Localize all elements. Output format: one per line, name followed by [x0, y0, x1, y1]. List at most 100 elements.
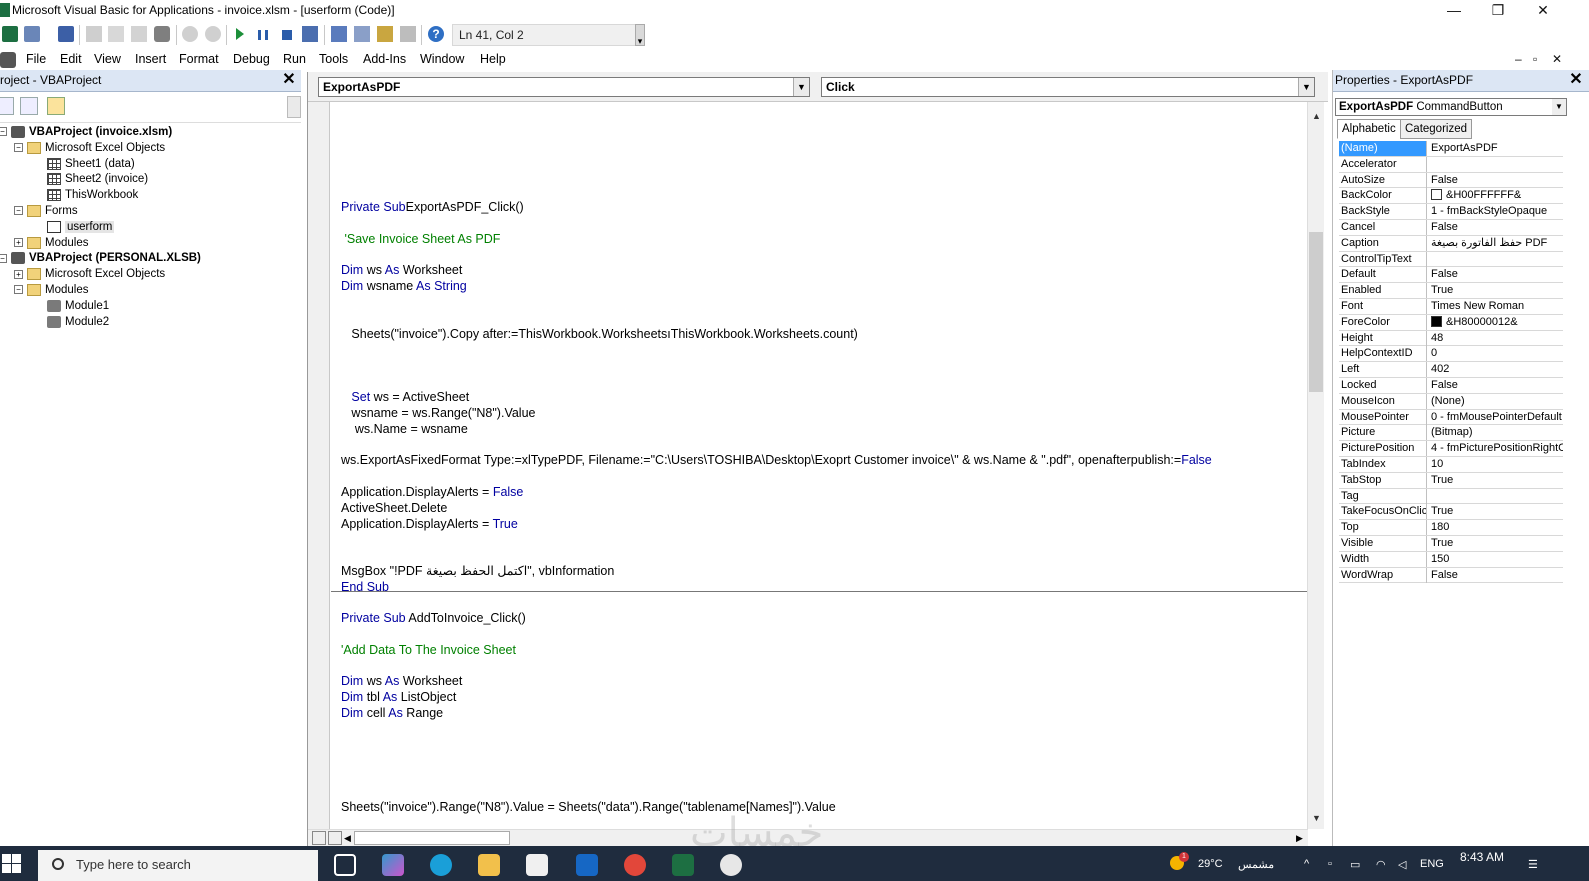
property-row[interactable]: Caption حفظ الفاتورة بصيغة PDF: [1339, 235, 1563, 252]
property-value[interactable]: &H80000012&: [1429, 315, 1563, 330]
save-icon[interactable]: [58, 26, 74, 42]
edge-icon[interactable]: [430, 854, 452, 876]
property-value[interactable]: 0: [1429, 346, 1563, 361]
property-value[interactable]: &H00FFFFFF&: [1429, 188, 1563, 203]
property-row[interactable]: BackColor &H00FFFFFF&: [1339, 188, 1563, 205]
weather-temperature[interactable]: 29°C: [1198, 858, 1223, 870]
property-value[interactable]: Times New Roman: [1429, 299, 1563, 314]
property-row[interactable]: PicturePosition 4 - fmPicturePositionRigh…: [1339, 441, 1563, 457]
scroll-left-icon[interactable]: ◀: [344, 830, 351, 846]
paint-icon[interactable]: [720, 854, 742, 876]
margin-indicator-bar[interactable]: [308, 102, 330, 829]
collapse-icon[interactable]: −: [14, 206, 23, 216]
property-row[interactable]: Cancel False: [1339, 219, 1563, 236]
collapse-icon[interactable]: −: [0, 127, 7, 137]
child-close-button[interactable]: ✕: [1552, 52, 1562, 66]
property-value[interactable]: 1 - fmBackStyleOpaque: [1429, 204, 1563, 219]
property-value[interactable]: 402: [1429, 362, 1563, 377]
properties-close-button[interactable]: ✕: [1567, 72, 1585, 90]
property-row[interactable]: Visible True: [1339, 535, 1563, 552]
file-explorer-icon[interactable]: [478, 854, 500, 876]
code-line[interactable]: wsname = ws.Range("N8").Value: [341, 406, 535, 421]
copilot-icon[interactable]: [382, 854, 404, 876]
minimize-button[interactable]: —: [1431, 0, 1477, 22]
property-row[interactable]: Accelerator: [1339, 156, 1563, 173]
property-value[interactable]: حفظ الفاتورة بصيغة PDF: [1429, 236, 1563, 251]
menu-edit[interactable]: Edit: [60, 52, 82, 66]
vba-menu-icon[interactable]: [0, 52, 16, 68]
child-minimize-button[interactable]: ‒: [1515, 52, 1522, 66]
property-row[interactable]: Tag: [1339, 488, 1563, 505]
object-combo[interactable]: ExportAsPDF ▼: [318, 77, 810, 97]
property-row[interactable]: HelpContextID 0: [1339, 346, 1563, 363]
view-code-icon[interactable]: [0, 97, 14, 115]
tree-item[interactable]: ThisWorkbook: [34, 188, 138, 204]
tree-item[interactable]: Module2: [34, 315, 109, 331]
property-row[interactable]: (Name) ExportAsPDF: [1339, 141, 1563, 157]
code-line[interactable]: 'Save Invoice Sheet As PDF: [341, 232, 500, 247]
code-line[interactable]: ws.Name = wsname: [341, 422, 468, 437]
property-row[interactable]: ForeColor &H80000012&: [1339, 314, 1563, 331]
property-row[interactable]: Locked False: [1339, 377, 1563, 394]
property-value[interactable]: 180: [1429, 520, 1563, 535]
full-module-view-icon[interactable]: [328, 831, 342, 845]
tree-item[interactable]: − Forms: [14, 204, 78, 220]
property-row[interactable]: MouseIcon (None): [1339, 393, 1563, 410]
property-value[interactable]: True: [1429, 473, 1563, 488]
code-line[interactable]: Dim tbl As ListObject: [341, 690, 456, 705]
project-explorer-icon[interactable]: [331, 26, 347, 42]
property-value[interactable]: [1429, 252, 1563, 267]
property-value[interactable]: True: [1429, 536, 1563, 551]
property-row[interactable]: TakeFocusOnClick True: [1339, 504, 1563, 521]
expand-icon[interactable]: +: [14, 238, 23, 248]
chevron-down-icon[interactable]: ▼: [1298, 78, 1314, 96]
find-icon[interactable]: [154, 26, 170, 42]
task-view-icon[interactable]: [334, 854, 356, 876]
collapse-icon[interactable]: −: [14, 285, 23, 295]
maximize-button[interactable]: ❐: [1475, 0, 1521, 22]
reset-icon[interactable]: [282, 30, 292, 40]
property-value[interactable]: ExportAsPDF: [1429, 141, 1563, 156]
menu-debug[interactable]: Debug: [233, 52, 270, 66]
code-line[interactable]: Private SubExportAsPDF_Click(): [341, 200, 524, 215]
run-icon[interactable]: [236, 28, 244, 40]
property-row[interactable]: Top 180: [1339, 520, 1563, 536]
property-value[interactable]: False: [1429, 378, 1563, 393]
tree-item[interactable]: + Modules: [14, 236, 88, 252]
chrome-icon[interactable]: [624, 854, 646, 876]
tree-item[interactable]: + Microsoft Excel Objects: [14, 267, 165, 283]
property-value[interactable]: False: [1429, 220, 1563, 235]
menu-run[interactable]: Run: [283, 52, 306, 66]
property-row[interactable]: TabIndex 10: [1339, 456, 1563, 473]
code-line[interactable]: Dim ws As Worksheet: [341, 263, 462, 278]
tree-item[interactable]: − VBAProject (PERSONAL.XLSB): [0, 251, 201, 267]
store-icon[interactable]: [526, 854, 548, 876]
code-line[interactable]: Dim wsname As String: [341, 279, 467, 294]
horizontal-scroll-thumb[interactable]: [354, 831, 510, 845]
property-value[interactable]: True: [1429, 504, 1563, 519]
property-value[interactable]: [1429, 157, 1563, 172]
battery-icon[interactable]: ▭: [1350, 858, 1360, 871]
property-row[interactable]: Picture (Bitmap): [1339, 425, 1563, 442]
expand-icon[interactable]: +: [14, 269, 23, 279]
property-row[interactable]: Height 48: [1339, 330, 1563, 347]
property-value[interactable]: False: [1429, 267, 1563, 282]
toggle-folders-icon[interactable]: [47, 97, 65, 115]
tree-item[interactable]: − Microsoft Excel Objects: [14, 141, 165, 157]
taskbar-search[interactable]: Type here to search: [38, 850, 318, 881]
tree-item[interactable]: − VBAProject (invoice.xlsm): [0, 125, 172, 141]
property-value[interactable]: (Bitmap): [1429, 425, 1563, 440]
project-explorer-close-button[interactable]: ✕: [280, 72, 298, 90]
chevron-down-icon[interactable]: ▼: [793, 78, 809, 96]
tab-categorized[interactable]: Categorized: [1400, 119, 1473, 139]
property-row[interactable]: TabStop True: [1339, 472, 1563, 489]
menu-tools[interactable]: Tools: [319, 52, 348, 66]
tab-alphabetic[interactable]: Alphabetic: [1337, 119, 1401, 139]
menu-file[interactable]: File: [26, 52, 46, 66]
procedure-view-icon[interactable]: [312, 831, 326, 845]
code-line[interactable]: Set ws = ActiveSheet: [341, 390, 469, 405]
code-line[interactable]: Private Sub AddToInvoice_Click(): [341, 611, 526, 626]
volume-icon[interactable]: ◁: [1398, 858, 1406, 871]
property-value[interactable]: 48: [1429, 331, 1563, 346]
insert-userform-icon[interactable]: [24, 26, 40, 42]
